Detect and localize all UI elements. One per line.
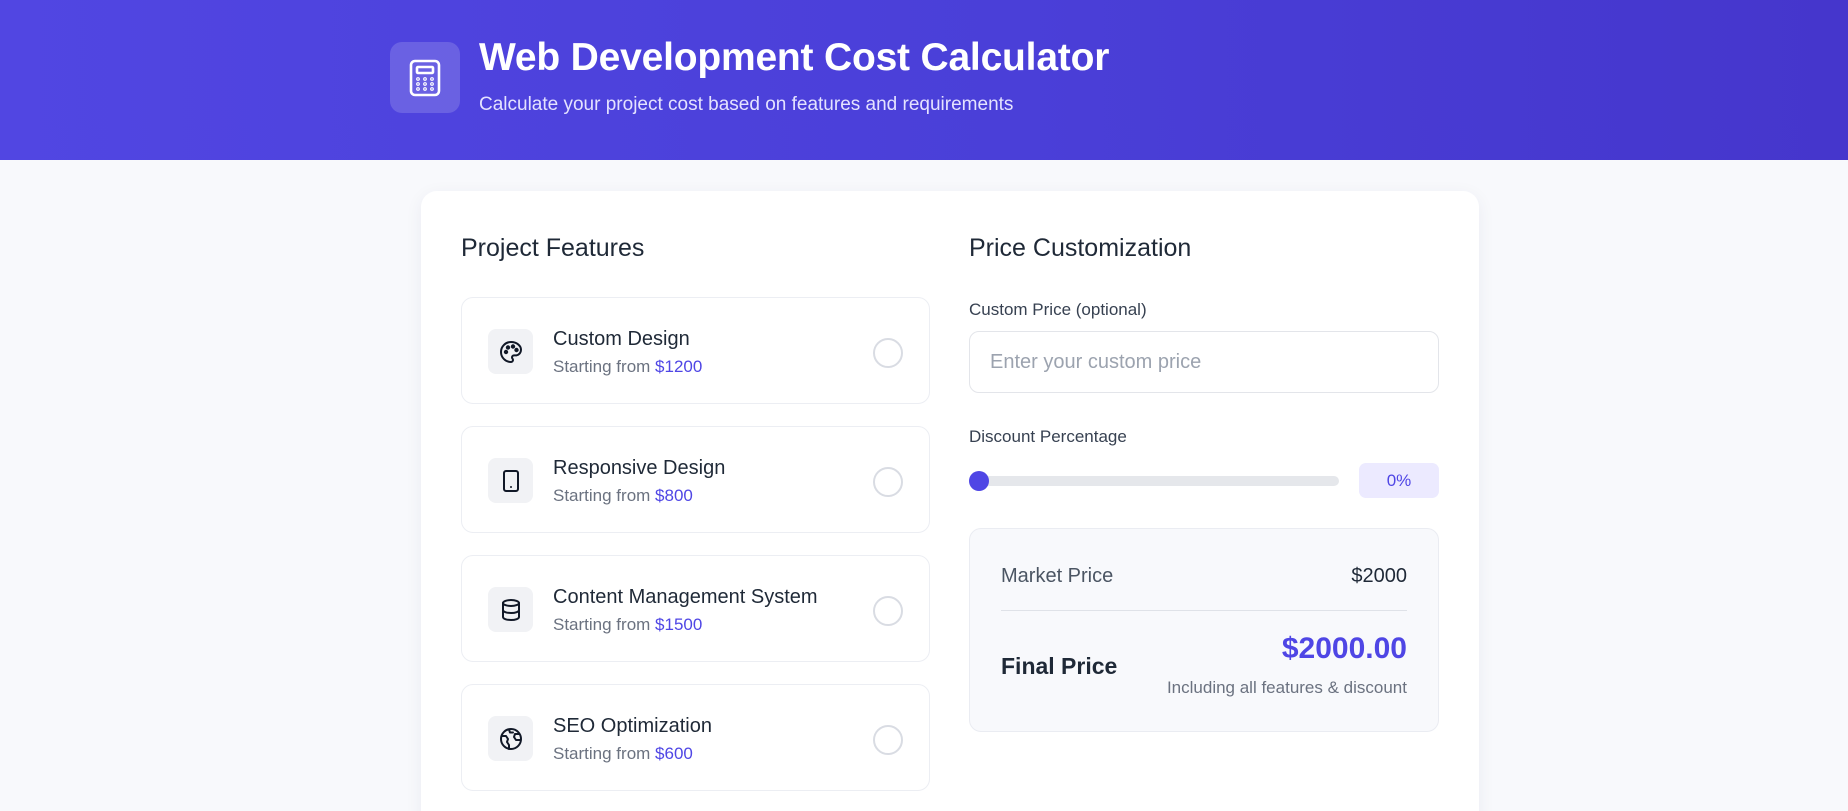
market-price-value: $2000	[1351, 565, 1407, 587]
price-prefix: Starting from	[553, 357, 651, 376]
feature-name: Content Management System	[553, 586, 818, 608]
feature-radio[interactable]	[873, 338, 903, 368]
price-amount: $1500	[655, 615, 703, 634]
palette-icon	[488, 329, 533, 374]
feature-item-custom-design[interactable]: Custom Design Starting from $1200	[461, 297, 930, 404]
discount-slider[interactable]	[969, 476, 1339, 486]
feature-price: Starting from $600	[553, 744, 693, 764]
final-price-value: $2000.00	[1281, 632, 1407, 665]
feature-radio[interactable]	[873, 725, 903, 755]
price-prefix: Starting from	[553, 744, 651, 763]
page-title: Web Development Cost Calculator	[479, 36, 1110, 79]
price-amount: $1200	[655, 357, 703, 376]
globe-icon	[488, 716, 533, 761]
price-prefix: Starting from	[553, 615, 651, 634]
feature-price: Starting from $1200	[553, 357, 702, 377]
feature-item-seo[interactable]: SEO Optimization Starting from $600	[461, 684, 930, 791]
calculator-icon	[390, 42, 460, 113]
summary-divider	[1001, 610, 1407, 611]
feature-price: Starting from $1500	[553, 615, 702, 635]
discount-value-badge: 0%	[1359, 463, 1439, 498]
feature-name: Custom Design	[553, 328, 690, 350]
feature-item-cms[interactable]: Content Management System Starting from …	[461, 555, 930, 662]
feature-item-responsive-design[interactable]: Responsive Design Starting from $800	[461, 426, 930, 533]
feature-name: SEO Optimization	[553, 715, 712, 737]
features-section-title: Project Features	[461, 234, 645, 262]
discount-slider-handle[interactable]	[969, 471, 989, 491]
page-header: Web Development Cost Calculator Calculat…	[0, 0, 1848, 160]
page-subtitle: Calculate your project cost based on fea…	[479, 94, 1014, 115]
final-price-label: Final Price	[1001, 653, 1118, 679]
market-price-label: Market Price	[1001, 565, 1114, 587]
price-prefix: Starting from	[553, 486, 651, 505]
feature-price: Starting from $800	[553, 486, 693, 506]
price-amount: $800	[655, 486, 693, 505]
database-icon	[488, 587, 533, 632]
feature-radio[interactable]	[873, 467, 903, 497]
feature-name: Responsive Design	[553, 457, 726, 479]
feature-radio[interactable]	[873, 596, 903, 626]
price-summary: Market Price $2000 Final Price $2000.00 …	[969, 528, 1439, 732]
custom-price-label: Custom Price (optional)	[969, 300, 1147, 319]
tablet-icon	[488, 458, 533, 503]
customization-section-title: Price Customization	[969, 234, 1192, 262]
price-amount: $600	[655, 744, 693, 763]
final-price-note: Including all features & discount	[1166, 678, 1407, 697]
custom-price-input[interactable]	[969, 331, 1439, 393]
discount-label: Discount Percentage	[969, 427, 1127, 446]
